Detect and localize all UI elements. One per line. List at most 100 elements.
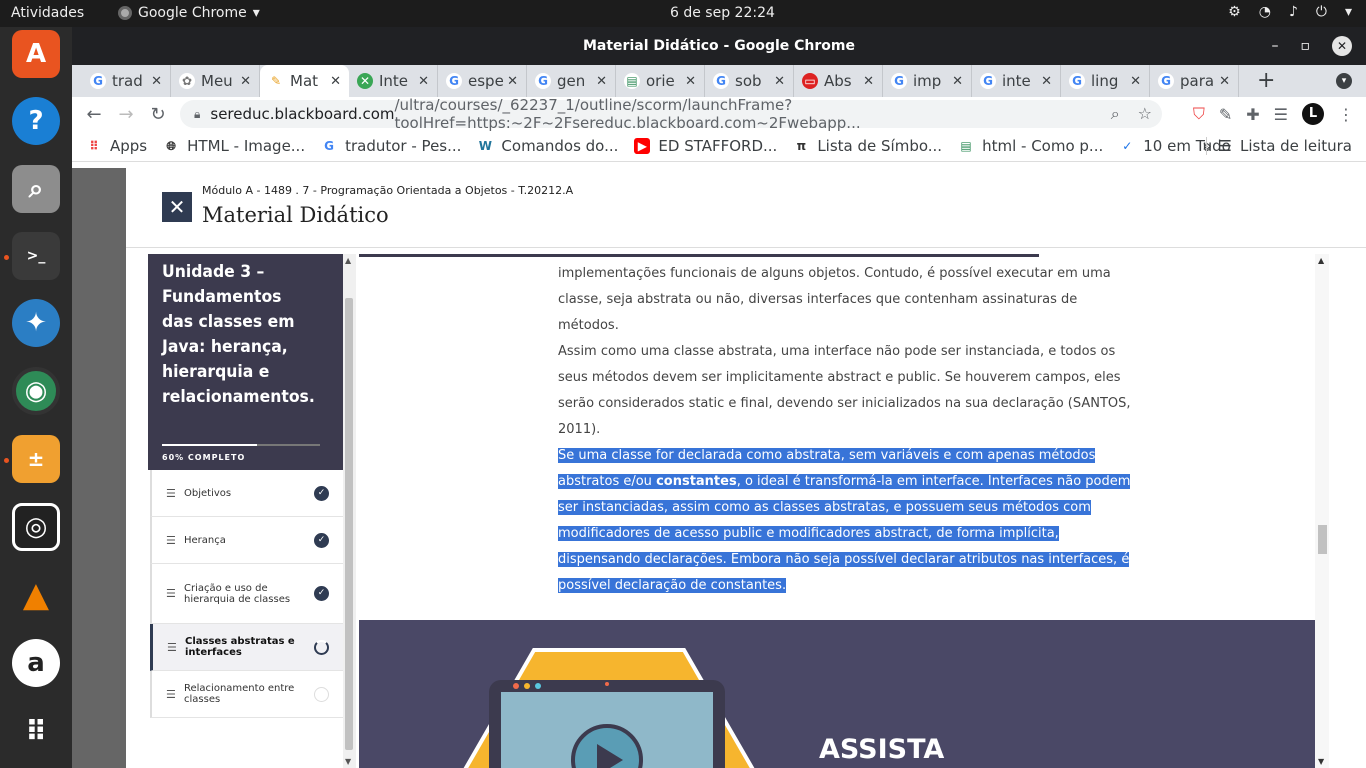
stack-icon: ▤ (958, 138, 975, 154)
extension-icon[interactable]: ✎ (1219, 105, 1232, 124)
window-titlebar[interactable]: Material Didático - Google Chrome – ▫ ✕ (72, 27, 1366, 65)
tab-close-icon[interactable]: ✕ (863, 74, 874, 89)
lesson-item[interactable]: ☰ Criação e uso de hierarquia de classes ✓ (150, 564, 343, 624)
check-icon: ✓ (314, 533, 329, 548)
tab-close-icon[interactable]: ✕ (596, 74, 607, 89)
video-banner[interactable]: ASSISTA (359, 620, 1329, 768)
browser-tab[interactable]: ▤ orie ✕ (616, 65, 705, 97)
zoom-icon[interactable]: ⌕ (1111, 104, 1120, 124)
browser-tab[interactable]: ✕ Inte ✕ (349, 65, 438, 97)
tab-close-icon[interactable]: ✕ (418, 74, 429, 89)
tab-label: sob (735, 72, 762, 90)
tab-close-icon[interactable]: ✕ (240, 74, 251, 89)
bookmark-item[interactable]: ⠿ Apps (86, 137, 147, 155)
tab-close-icon[interactable]: ✕ (952, 74, 963, 89)
activities-button[interactable]: Atividades (11, 5, 84, 21)
chevron-down-icon[interactable]: ▾ (1345, 4, 1352, 20)
tab-search-icon[interactable]: ▾ (1336, 73, 1352, 89)
app-icon[interactable]: ✦ (12, 299, 60, 347)
bookmark-item[interactable]: 🌐︎ HTML - Image... (163, 137, 305, 155)
lesson-item[interactable]: ☰ Herança ✓ (150, 517, 343, 564)
browser-tab[interactable]: ✎ Mat ✕ (260, 65, 349, 97)
tab-close-icon[interactable]: ✕ (1041, 74, 1052, 89)
browser-tab[interactable]: Ggen ✕ (527, 65, 616, 97)
reload-icon[interactable]: ↻ (142, 104, 174, 125)
browser-tab[interactable]: Gespe ✕ (438, 65, 527, 97)
bookmark-item[interactable]: π Lista de Símbo... (793, 137, 942, 155)
lock-icon[interactable]: 🔒︎ (194, 107, 200, 122)
lesson-item[interactable]: ☰ Relacionamento entre classes (150, 671, 343, 718)
bookmark-label: HTML - Image... (187, 137, 306, 155)
reading-list-icon: ☰ (1218, 137, 1232, 155)
clock[interactable]: 6 de sep 22:24 (670, 5, 775, 21)
shield-extension-icon[interactable]: ⛉ (1193, 104, 1205, 124)
bookmark-item[interactable]: ▶ ED STAFFORD... (634, 137, 777, 155)
browser-tab[interactable]: ✿ Meu ✕ (171, 65, 260, 97)
amazon-icon[interactable]: a (12, 639, 60, 687)
browser-tab[interactable]: Gsob ✕ (705, 65, 794, 97)
lines-icon: ☰ (166, 486, 176, 500)
tab-close-icon[interactable]: ✕ (330, 74, 341, 89)
browser-tab[interactable]: Gpara ✕ (1150, 65, 1239, 97)
maximize-icon[interactable]: ▫ (1301, 27, 1311, 65)
chevron-down-icon: ▾ (252, 5, 260, 21)
outline-scrollbar[interactable]: ▲ ▼ (343, 254, 356, 768)
tab-close-icon[interactable]: ✕ (1219, 74, 1230, 89)
screenshot-icon[interactable]: ◎ (12, 503, 60, 551)
help-icon[interactable]: ? (12, 97, 60, 145)
back-icon[interactable]: ← (78, 104, 110, 125)
network-app-icon[interactable]: ⚙ (1228, 4, 1241, 20)
content-scrollbar[interactable]: ▲ ▼ (1315, 254, 1329, 768)
address-bar[interactable]: 🔒︎ sereduc.blackboard.com/ultra/courses/… (180, 96, 1162, 132)
calculator-icon[interactable]: ± (12, 435, 60, 483)
puzzle-icon[interactable]: ✚ (1246, 105, 1259, 124)
lesson-item[interactable]: ☰ Classes abstratas e interfaces (150, 624, 343, 671)
close-overlay-button[interactable]: ✕ (162, 192, 192, 222)
browser-tab[interactable]: Ginte ✕ (972, 65, 1061, 97)
lesson-content: implementações funcionais de alguns obje… (359, 254, 1329, 768)
tab-label: espe (468, 72, 504, 90)
tab-close-icon[interactable]: ✕ (507, 74, 518, 89)
bookmark-label: html - Como p... (982, 137, 1104, 155)
tab-close-icon[interactable]: ✕ (1130, 74, 1141, 89)
new-tab-button[interactable]: + (1239, 65, 1293, 97)
software-center-icon[interactable]: A (12, 30, 60, 78)
tab-close-icon[interactable]: ✕ (774, 74, 785, 89)
bookmark-item[interactable]: Gtradutor - Pes... (321, 137, 461, 155)
wifi-icon[interactable]: ◔ (1259, 4, 1271, 20)
bookmark-star-icon[interactable]: ☆ (1138, 104, 1152, 124)
vlc-icon[interactable]: ▲ (12, 571, 60, 619)
media-icon[interactable]: ☰ (1274, 105, 1288, 124)
browser-tab[interactable]: Gimp ✕ (883, 65, 972, 97)
tab-strip: Gtrad ✕ ✿ Meu ✕ ✎ Mat ✕ ✕ Inte ✕ Gespe ✕ Ggen ✕ ▤ orie ✕ G… (72, 65, 1366, 97)
image-viewer-icon[interactable]: ⌕ (12, 165, 60, 213)
tab-close-icon[interactable]: ✕ (151, 74, 162, 89)
forward-icon[interactable]: → (110, 104, 142, 125)
volume-icon[interactable]: ♪ (1289, 4, 1298, 20)
close-icon[interactable]: ✕ (1332, 36, 1352, 56)
lesson-item[interactable]: ☰ Objetivos ✓ (150, 470, 343, 517)
camera-app-icon[interactable]: ◉ (12, 367, 60, 415)
app-menu[interactable]: Google Chrome ▾ (118, 5, 260, 21)
power-icon[interactable]: ⏻ (1316, 4, 1327, 20)
selected-paragraph: Se uma classe for declarada como abstrat… (558, 448, 1131, 593)
check-icon: ✓ (1119, 138, 1136, 154)
system-tray[interactable]: ⚙ ◔ ♪ ⏻ ▾ (1228, 4, 1352, 20)
breadcrumb: Módulo A - 1489 . 7 - Programação Orient… (202, 184, 574, 197)
bookmarks-bar: ⠿ Apps 🌐︎ HTML - Image... Gtradutor - Pes...… (72, 131, 1366, 162)
profile-avatar[interactable]: L (1302, 103, 1324, 125)
apps-icon: ⠿ (86, 138, 102, 154)
bookmark-item[interactable]: W Comandos do... (477, 137, 618, 155)
tab-close-icon[interactable]: ✕ (685, 74, 696, 89)
bookmark-item[interactable]: ▤ html - Como p... (958, 137, 1103, 155)
menu-icon[interactable]: ⋮ (1338, 105, 1354, 124)
browser-tab[interactable]: Gtrad ✕ (82, 65, 171, 97)
reading-list-button[interactable]: ☰ Lista de leitura (1205, 137, 1352, 155)
browser-tab[interactable]: Gling ✕ (1061, 65, 1150, 97)
lines-icon: ☰ (167, 640, 177, 654)
minimize-icon[interactable]: – (1272, 27, 1279, 65)
lines-icon: ☰ (166, 687, 176, 701)
app-grid-icon[interactable]: ⠿ (12, 707, 60, 755)
browser-tab[interactable]: ▭ Abs ✕ (794, 65, 883, 97)
terminal-icon[interactable]: >_ (12, 232, 60, 280)
